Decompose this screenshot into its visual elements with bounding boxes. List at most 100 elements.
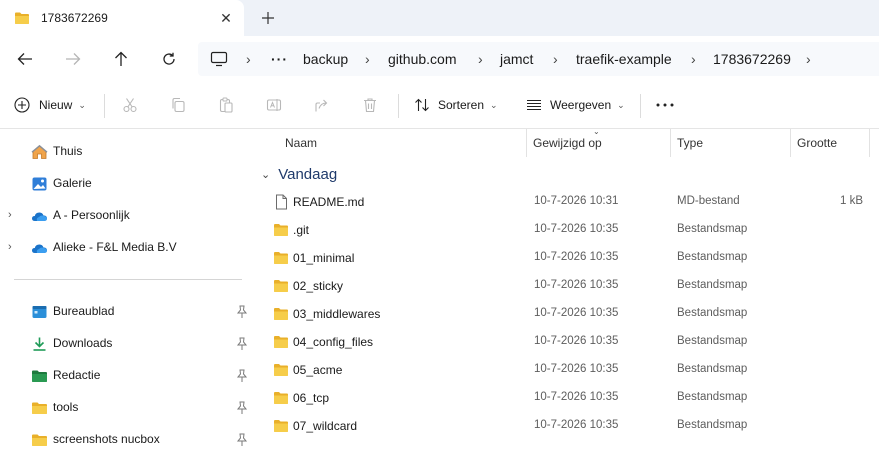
- table-row[interactable]: 05_acme 10-7-2026 10:35 Bestandsmap: [255, 356, 879, 384]
- group-header[interactable]: ⌄ Vandaag: [261, 163, 337, 185]
- file-modified: 10-7-2026 10:35: [534, 279, 619, 291]
- up-button[interactable]: [109, 48, 133, 70]
- new-button[interactable]: Nieuw ⌄: [14, 92, 86, 118]
- table-row[interactable]: 07_wildcard 10-7-2026 10:35 Bestandsmap: [255, 412, 879, 440]
- share-button[interactable]: [311, 94, 333, 116]
- sidebar-item-tools[interactable]: tools: [0, 394, 255, 422]
- sidebar-item-home[interactable]: Thuis: [0, 138, 255, 166]
- breadcrumb-item[interactable]: backup: [303, 42, 348, 76]
- paste-button[interactable]: [215, 94, 237, 116]
- sidebar-item-screenshots-nucbox[interactable]: screenshots nucbox: [0, 426, 255, 454]
- sidebar-item-onedrive-business[interactable]: › Alieke - F&L Media B.V: [0, 234, 255, 262]
- refresh-icon: [163, 52, 175, 65]
- command-bar: Nieuw ⌄ Sorteren ⌄ Weergeven ⌄: [0, 82, 879, 129]
- gallery-icon: [32, 177, 47, 191]
- table-row[interactable]: 02_sticky 10-7-2026 10:35 Bestandsmap: [255, 272, 879, 300]
- onedrive-cloud-icon: [32, 244, 47, 253]
- more-options-button[interactable]: [654, 94, 676, 116]
- pin-icon[interactable]: [236, 337, 248, 351]
- folder-icon: [32, 434, 47, 446]
- file-name: README.md: [293, 195, 365, 209]
- file-name: 04_config_files: [293, 335, 374, 349]
- file-name: .git: [293, 223, 310, 237]
- folder-icon: [274, 364, 288, 376]
- view-button[interactable]: Weergeven ⌄: [526, 92, 625, 118]
- sidebar-item-desktop[interactable]: Bureaublad: [0, 298, 255, 326]
- sidebar-item-onedrive-personal[interactable]: › A - Persoonlijk: [0, 202, 255, 230]
- folder-icon: [15, 12, 29, 24]
- column-header-modified[interactable]: Gewijzigd op: [533, 129, 602, 157]
- new-button-label: Nieuw: [39, 98, 73, 112]
- tab-current[interactable]: 1783672269 ✕: [0, 0, 244, 36]
- close-tab-icon[interactable]: ✕: [218, 10, 234, 26]
- sidebar-item-label: Galerie: [53, 176, 92, 190]
- tab-title: 1783672269: [41, 11, 108, 25]
- title-bar: 1783672269 ✕: [0, 0, 879, 36]
- file-name: 07_wildcard: [293, 419, 358, 433]
- address-bar[interactable]: › ··· backup › github.com › jamct › trae…: [198, 42, 879, 76]
- rename-button[interactable]: [263, 94, 285, 116]
- chevron-right-icon[interactable]: ›: [8, 209, 12, 221]
- file-name: 01_minimal: [293, 251, 355, 265]
- file-type: Bestandsmap: [677, 363, 748, 375]
- sort-arrows-icon: [415, 98, 429, 112]
- cut-button[interactable]: [119, 94, 141, 116]
- sidebar-item-label: Downloads: [53, 336, 113, 350]
- file-modified: 10-7-2026 10:35: [534, 307, 619, 319]
- column-header-name[interactable]: Naam: [285, 129, 317, 157]
- column-divider[interactable]: [869, 129, 870, 157]
- divider: [14, 279, 242, 280]
- desktop-icon: [32, 306, 47, 318]
- pin-icon[interactable]: [236, 369, 248, 383]
- forward-button[interactable]: [61, 48, 85, 70]
- new-tab-button[interactable]: [258, 8, 278, 28]
- document-icon: [276, 194, 287, 210]
- table-row[interactable]: 04_config_files 10-7-2026 10:35 Bestands…: [255, 328, 879, 356]
- sidebar-item-redactie[interactable]: Redactie: [0, 362, 255, 390]
- pin-icon[interactable]: [236, 433, 248, 447]
- arrow-right-icon: [66, 53, 81, 65]
- sidebar-item-downloads[interactable]: Downloads: [0, 330, 255, 358]
- breadcrumb-item[interactable]: traefik-example: [576, 42, 672, 76]
- column-divider[interactable]: [790, 129, 791, 157]
- delete-button[interactable]: [359, 94, 381, 116]
- table-row[interactable]: 03_middlewares 10-7-2026 10:35 Bestandsm…: [255, 300, 879, 328]
- chevron-right-icon[interactable]: ›: [806, 42, 811, 76]
- table-row[interactable]: 01_minimal 10-7-2026 10:35 Bestandsmap: [255, 244, 879, 272]
- table-row[interactable]: README.md 10-7-2026 10:31 MD-bestand 1 k…: [255, 188, 879, 216]
- pin-icon[interactable]: [236, 401, 248, 415]
- sidebar-item-label: tools: [53, 400, 79, 414]
- folder-icon: [274, 280, 288, 292]
- file-size: 1 kB: [839, 195, 863, 207]
- onedrive-cloud-icon: [32, 212, 47, 221]
- table-row[interactable]: 06_tcp 10-7-2026 10:35 Bestandsmap: [255, 384, 879, 412]
- refresh-button[interactable]: [157, 48, 181, 70]
- back-button[interactable]: [13, 48, 37, 70]
- copy-button[interactable]: [167, 94, 189, 116]
- chevron-down-icon: ⌄: [78, 99, 86, 110]
- breadcrumb-item[interactable]: github.com: [388, 42, 456, 76]
- table-row[interactable]: .git 10-7-2026 10:35 Bestandsmap: [255, 216, 879, 244]
- file-type: Bestandsmap: [677, 251, 748, 263]
- more-breadcrumbs-button[interactable]: ···: [271, 42, 288, 76]
- file-name: 02_sticky: [293, 279, 344, 293]
- divider: [398, 94, 399, 118]
- file-name: 05_acme: [293, 363, 343, 377]
- column-header-type[interactable]: Type: [677, 129, 703, 157]
- sort-button[interactable]: Sorteren ⌄: [414, 92, 498, 118]
- column-divider[interactable]: [670, 129, 671, 157]
- breadcrumb-item[interactable]: jamct: [500, 42, 533, 76]
- column-divider[interactable]: [526, 129, 527, 157]
- download-icon: [33, 337, 46, 351]
- pin-icon[interactable]: [236, 305, 248, 319]
- folder-icon: [274, 308, 288, 320]
- breadcrumb-item[interactable]: 1783672269: [713, 42, 791, 76]
- file-modified: 10-7-2026 10:35: [534, 391, 619, 403]
- folder-green-icon: [32, 370, 47, 382]
- navigation-bar: › ··· backup › github.com › jamct › trae…: [0, 36, 879, 82]
- file-list: Naam ⌄ Gewijzigd op Type Grootte ⌄ Vanda…: [255, 127, 879, 454]
- sidebar-item-label: screenshots nucbox: [53, 432, 160, 446]
- sidebar-item-gallery[interactable]: Galerie: [0, 170, 255, 198]
- column-header-size[interactable]: Grootte: [797, 129, 837, 157]
- chevron-right-icon[interactable]: ›: [8, 241, 12, 253]
